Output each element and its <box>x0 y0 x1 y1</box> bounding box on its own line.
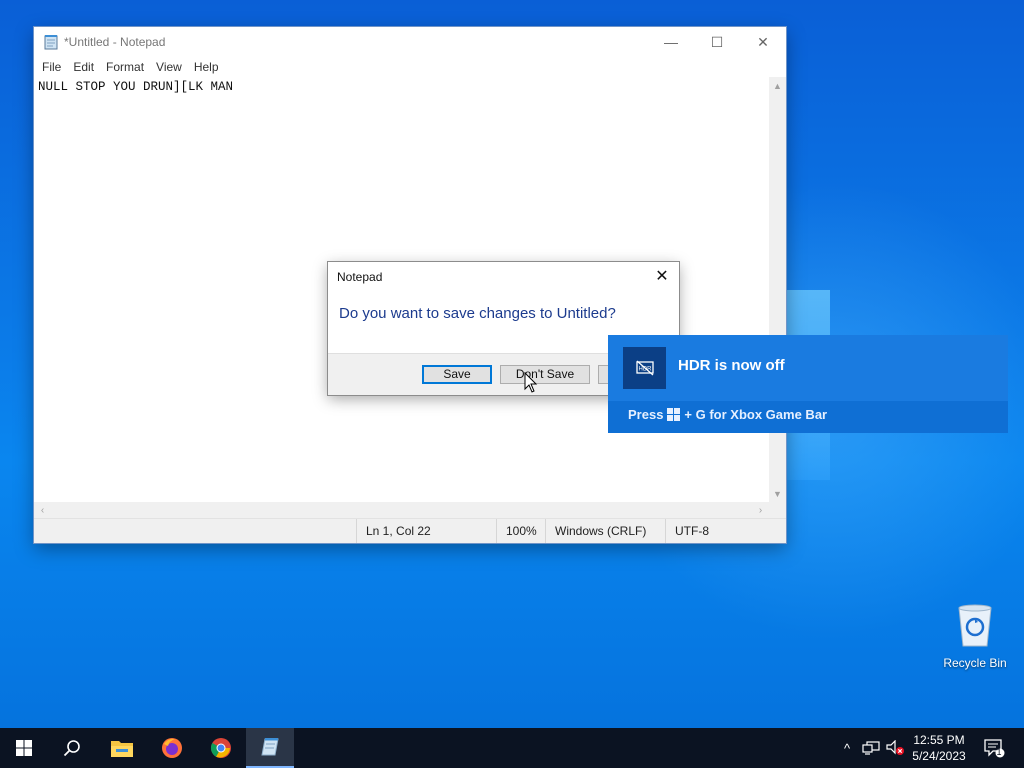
window-title: *Untitled - Notepad <box>64 35 166 49</box>
svg-text:HDR: HDR <box>638 367 652 373</box>
notepad-taskbar-icon <box>261 738 279 756</box>
taskbar: ^ 12:55 PM 5/24/2023 1 <box>0 728 1024 768</box>
system-clock[interactable]: 12:55 PM 5/24/2023 <box>906 732 972 764</box>
menu-help[interactable]: Help <box>188 57 225 77</box>
search-button[interactable] <box>48 728 96 768</box>
status-bar: Ln 1, Col 22 100% Windows (CRLF) UTF-8 <box>34 518 786 543</box>
search-icon <box>63 740 80 757</box>
toast-subtitle: Press + G for Xbox Game Bar <box>628 407 827 422</box>
taskbar-file-explorer[interactable] <box>98 728 146 768</box>
horizontal-scrollbar[interactable]: ‹ › <box>34 502 769 519</box>
scroll-up-icon[interactable]: ▲ <box>769 77 786 94</box>
clock-time: 12:55 PM <box>913 733 965 747</box>
save-button[interactable]: Save <box>422 365 492 384</box>
hdr-off-icon: HDR <box>623 347 666 389</box>
network-icon <box>862 741 880 755</box>
notification-count-badge: 1 <box>996 747 1002 757</box>
toast-press-label: Press <box>628 407 664 422</box>
scroll-right-icon[interactable]: › <box>752 502 769 519</box>
scroll-down-icon[interactable]: ▼ <box>769 485 786 502</box>
menu-bar: File Edit Format View Help <box>34 57 786 77</box>
minimize-button[interactable]: — <box>648 27 694 57</box>
windows-logo-icon <box>16 740 32 756</box>
toast-title: HDR is now off <box>678 357 785 374</box>
menu-format[interactable]: Format <box>100 57 150 77</box>
hdr-toast[interactable]: HDR HDR is now off Press + G for Xbox Ga… <box>608 335 1008 433</box>
status-zoom: 100% <box>496 519 545 543</box>
toast-header <box>608 335 1008 401</box>
clock-date: 5/24/2023 <box>912 749 966 763</box>
desktop: *Untitled - Notepad — ☐ ✕ File Edit Form… <box>0 0 1024 728</box>
recycle-bin-label: Recycle Bin <box>943 656 1007 670</box>
taskbar-chrome[interactable] <box>197 728 245 768</box>
dialog-message: Do you want to save changes to Untitled? <box>339 305 616 322</box>
menu-file[interactable]: File <box>36 57 67 77</box>
status-line-ending: Windows (CRLF) <box>545 519 665 543</box>
notepad-icon <box>43 34 59 50</box>
network-button[interactable] <box>860 728 882 768</box>
maximize-button[interactable]: ☐ <box>694 27 740 57</box>
scroll-left-icon[interactable]: ‹ <box>34 502 51 519</box>
vertical-scrollbar[interactable]: ▲ ▼ <box>769 77 786 502</box>
dont-save-button[interactable]: Don't Save <box>500 365 590 384</box>
volume-button[interactable] <box>884 728 906 768</box>
dialog-close-button[interactable]: ✕ <box>653 267 671 285</box>
tray-overflow-button[interactable]: ^ <box>838 728 856 768</box>
menu-view[interactable]: View <box>150 57 188 77</box>
toast-shortcut-label: + G for Xbox Game Bar <box>684 407 828 422</box>
recycle-bin-icon <box>958 604 992 647</box>
taskbar-firefox[interactable] <box>148 728 196 768</box>
firefox-icon <box>162 738 182 758</box>
windows-key-icon <box>667 408 681 421</box>
scrollbar-corner <box>769 502 786 519</box>
action-center-button[interactable]: 1 <box>980 728 1008 768</box>
start-button[interactable] <box>0 728 48 768</box>
status-position: Ln 1, Col 22 <box>356 519 496 543</box>
menu-edit[interactable]: Edit <box>67 57 100 77</box>
mouse-cursor-icon <box>524 372 538 393</box>
speaker-muted-icon <box>886 740 904 755</box>
folder-icon <box>111 741 133 757</box>
close-button[interactable]: ✕ <box>740 27 786 57</box>
editor-content[interactable]: NULL STOP YOU DRUN][LK MAN <box>38 80 233 94</box>
taskbar-notepad[interactable] <box>246 728 294 768</box>
dialog-title: Notepad <box>337 270 383 284</box>
recycle-bin[interactable]: Recycle Bin <box>940 602 1010 670</box>
notepad-titlebar[interactable]: *Untitled - Notepad — ☐ ✕ <box>34 27 786 57</box>
chrome-icon <box>210 738 231 758</box>
status-encoding: UTF-8 <box>665 519 769 543</box>
